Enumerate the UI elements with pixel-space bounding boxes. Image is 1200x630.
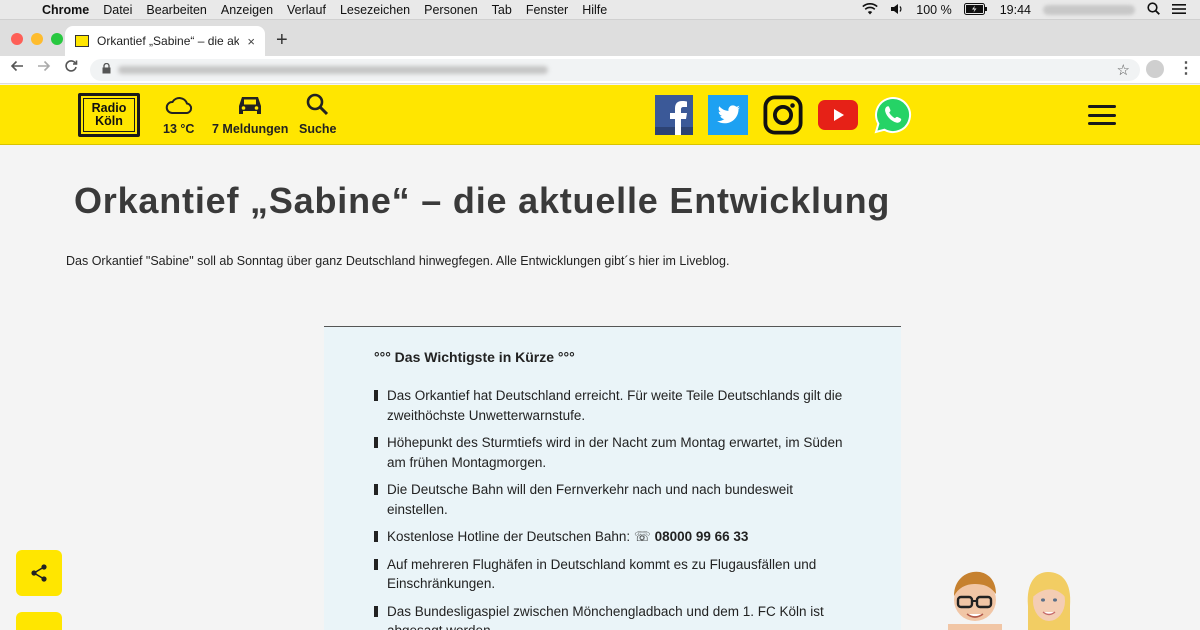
facebook-link[interactable] bbox=[654, 95, 694, 135]
weather-temperature: 13 °C bbox=[163, 122, 195, 136]
menu-app-chrome[interactable]: Chrome bbox=[40, 3, 96, 17]
list-item: Höhepunkt des Sturmtiefs wird in der Nac… bbox=[374, 433, 851, 472]
whatsapp-link[interactable] bbox=[873, 95, 913, 135]
list-item: Das Bundesligaspiel zwischen Mönchenglad… bbox=[374, 602, 851, 630]
minimize-window-button[interactable] bbox=[31, 33, 43, 45]
menu-hamburger-icon[interactable] bbox=[1088, 105, 1116, 125]
volume-icon[interactable] bbox=[890, 3, 904, 18]
back-button[interactable] bbox=[10, 59, 24, 78]
list-item-text: Kostenlose Hotline der Deutschen Bahn: ☏ bbox=[387, 529, 651, 544]
menu-fenster[interactable]: Fenster bbox=[519, 3, 575, 17]
battery-icon[interactable] bbox=[963, 2, 988, 18]
youtube-icon bbox=[818, 100, 858, 130]
control-center-icon[interactable] bbox=[1172, 3, 1186, 18]
macos-menubar: Chrome Datei Bearbeiten Anzeigen Verlauf… bbox=[0, 0, 1200, 20]
list-item: Kostenlose Hotline der Deutschen Bahn: ☏… bbox=[374, 527, 851, 547]
traffic-count: 7 Meldungen bbox=[212, 122, 289, 136]
facebook-icon bbox=[655, 95, 693, 135]
reload-icon bbox=[65, 60, 78, 72]
hotline-number: 08000 99 66 33 bbox=[654, 529, 749, 544]
browser-tab-active[interactable]: Orkantief „Sabine“ – die aktuelle × bbox=[65, 26, 265, 56]
battery-percent: 100 % bbox=[916, 3, 952, 17]
menu-personen[interactable]: Personen bbox=[417, 3, 485, 17]
list-item: Auf mehreren Flughäfen in Deutschland ko… bbox=[374, 555, 851, 594]
whatsapp-icon bbox=[874, 96, 912, 134]
list-item-text: Das Bundesligaspiel zwischen Mönchenglad… bbox=[387, 603, 824, 630]
traffic-link[interactable]: 7 Meldungen bbox=[212, 91, 288, 136]
share-button[interactable] bbox=[16, 550, 62, 596]
arrow-right-icon bbox=[38, 60, 51, 72]
browser-toolbar: ☆ ⋮ bbox=[0, 56, 1200, 84]
summary-box: °°° Das Wichtigste in Kürze °°° Das Orka… bbox=[324, 326, 901, 630]
search-icon bbox=[306, 93, 328, 116]
list-item: Das Orkantief hat Deutschland erreicht. … bbox=[374, 386, 851, 425]
menubar-clock[interactable]: 19:44 bbox=[1000, 3, 1031, 17]
menu-verlauf[interactable]: Verlauf bbox=[280, 3, 333, 17]
list-item-text: Höhepunkt des Sturmtiefs wird in der Nac… bbox=[387, 435, 843, 470]
list-item-text: Das Orkantief hat Deutschland erreicht. … bbox=[387, 388, 843, 423]
chrome-menu-icon[interactable]: ⋮ bbox=[1178, 58, 1194, 78]
spotlight-search-icon[interactable] bbox=[1147, 2, 1160, 18]
cloud-icon bbox=[165, 97, 192, 114]
blurred-username[interactable] bbox=[1043, 5, 1135, 15]
list-item-text: Die Deutsche Bahn will den Fernverkehr n… bbox=[387, 482, 793, 517]
logo-line-2: Köln bbox=[95, 114, 123, 128]
twitter-icon bbox=[708, 95, 748, 135]
blurred-url bbox=[118, 66, 548, 74]
weather-link[interactable]: 13 °C bbox=[163, 91, 194, 136]
menu-datei[interactable]: Datei bbox=[96, 3, 139, 17]
hamburger-line bbox=[1088, 105, 1116, 108]
tab-title: Orkantief „Sabine“ – die aktuelle bbox=[97, 34, 240, 48]
menu-bearbeiten[interactable]: Bearbeiten bbox=[139, 3, 213, 17]
search-link[interactable]: Suche bbox=[299, 91, 337, 136]
menu-hilfe[interactable]: Hilfe bbox=[575, 3, 614, 17]
instagram-link[interactable] bbox=[763, 95, 803, 135]
tab-close-icon[interactable]: × bbox=[247, 34, 255, 49]
bookmark-star-icon[interactable]: ☆ bbox=[1117, 61, 1130, 79]
new-tab-button[interactable]: + bbox=[276, 29, 288, 52]
search-label: Suche bbox=[299, 122, 337, 136]
window-controls bbox=[11, 33, 63, 45]
address-bar[interactable]: ☆ bbox=[90, 59, 1140, 81]
site-header: Radio Köln 13 °C 7 Meldungen Suche bbox=[0, 85, 1200, 145]
hamburger-line bbox=[1088, 122, 1116, 125]
instagram-icon bbox=[763, 95, 803, 135]
article-title: Orkantief „Sabine“ – die aktuelle Entwic… bbox=[74, 180, 891, 221]
secondary-floating-button[interactable] bbox=[16, 612, 62, 630]
hamburger-line bbox=[1088, 113, 1116, 117]
forward-button[interactable] bbox=[37, 59, 51, 78]
list-item-text: Auf mehreren Flughäfen in Deutschland ko… bbox=[387, 556, 817, 592]
article-intro: Das Orkantief "Sabine" soll ab Sonntag ü… bbox=[66, 254, 730, 268]
lock-icon[interactable] bbox=[102, 62, 111, 77]
close-window-button[interactable] bbox=[11, 33, 23, 45]
radio-koeln-logo[interactable]: Radio Köln bbox=[78, 93, 140, 137]
summary-heading: °°° Das Wichtigste in Kürze °°° bbox=[374, 349, 575, 365]
profile-avatar[interactable] bbox=[1146, 60, 1164, 78]
youtube-link[interactable] bbox=[818, 95, 858, 135]
share-icon bbox=[31, 564, 47, 582]
menu-anzeigen[interactable]: Anzeigen bbox=[214, 3, 280, 17]
browser-tab-bar: Orkantief „Sabine“ – die aktuelle × + bbox=[0, 20, 1200, 56]
radio-hosts-image bbox=[948, 571, 1071, 630]
wifi-icon[interactable] bbox=[862, 2, 879, 18]
menu-tab[interactable]: Tab bbox=[485, 3, 519, 17]
menu-lesezeichen[interactable]: Lesezeichen bbox=[333, 3, 417, 17]
twitter-link[interactable] bbox=[708, 95, 748, 135]
reload-button[interactable] bbox=[64, 59, 78, 78]
car-icon bbox=[239, 97, 262, 114]
list-item: Die Deutsche Bahn will den Fernverkehr n… bbox=[374, 480, 851, 519]
arrow-left-icon bbox=[10, 60, 23, 72]
maximize-window-button[interactable] bbox=[51, 33, 63, 45]
radio-koeln-favicon-icon bbox=[75, 35, 89, 47]
